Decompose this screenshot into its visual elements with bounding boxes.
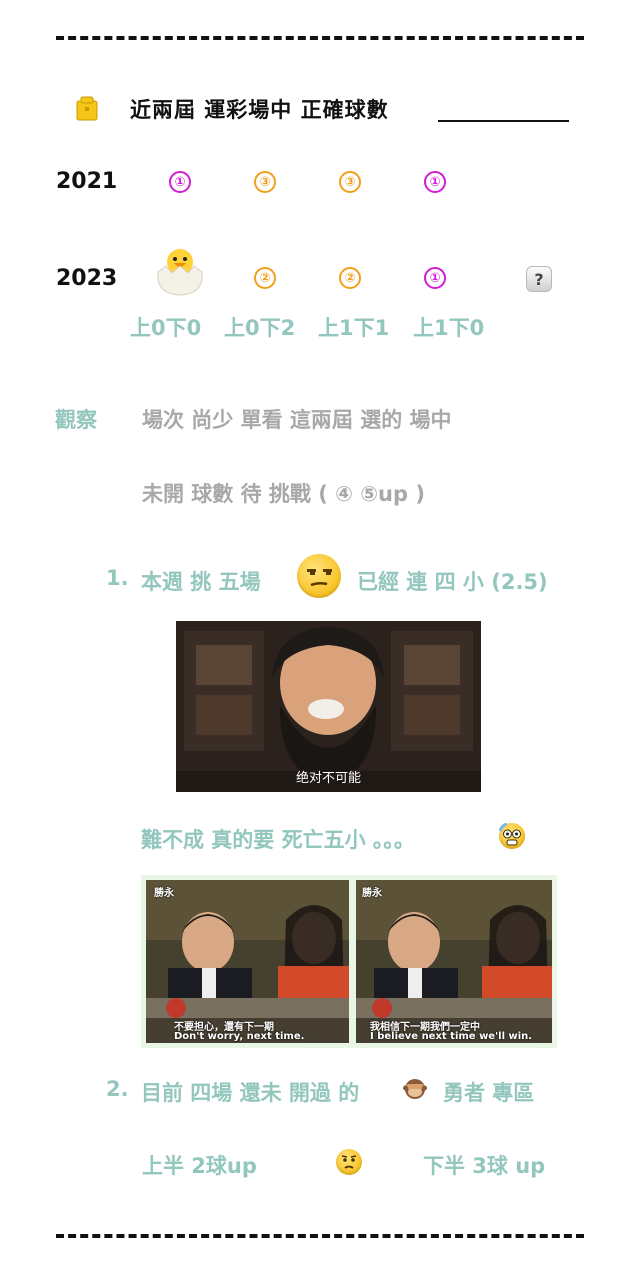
meme-panel-left: 勝永 不要担心，還有下一期 Don't worry, next time.: [146, 880, 349, 1043]
hatching-chick-icon: [152, 242, 208, 298]
mark-2021-4: ①: [424, 171, 446, 193]
drama-still-image: 绝对不可能: [176, 621, 481, 792]
subtitle-right-en: I believe next time we'll win.: [370, 1031, 533, 1042]
point-2-text-a: 目前 四場 還未 開過 的: [141, 1081, 360, 1105]
second-half-note: 下半 3球 up: [423, 1154, 546, 1178]
point-2-text-b: 勇者 專區: [443, 1081, 535, 1105]
year-2023: 2023: [56, 266, 118, 291]
mark-2021-2: ③: [254, 171, 276, 193]
astonished-face-icon: [498, 822, 525, 849]
top-divider: [56, 36, 584, 40]
worried-face-icon: [336, 1149, 362, 1175]
observe-line-2: 未開 球數 待 挑戰 ( ④ ⑤up ): [142, 482, 425, 506]
meme-panel-right: 勝永 我相信下一期我們一定中 I believe next time we'll…: [356, 880, 552, 1043]
title-underline: [438, 120, 569, 122]
page-title: 近兩屆 運彩場中 正確球數: [130, 98, 389, 122]
mark-2021-1: ①: [169, 171, 191, 193]
mark-2023-4: ①: [424, 267, 446, 289]
subtitle-left-en: Don't worry, next time.: [174, 1031, 305, 1042]
lottery-meme-image: 勝永 不要担心，還有下一期 Don't worry, next time. 勝永…: [141, 875, 557, 1048]
score-1: 上0下0: [130, 316, 202, 340]
score-2: 上0下2: [224, 316, 296, 340]
year-2021: 2021: [56, 169, 118, 194]
death-line: 難不成 真的要 死亡五小 。。。: [141, 828, 415, 852]
logo-right: 勝永: [362, 888, 382, 899]
bottom-divider: [56, 1234, 584, 1238]
image-caption: 绝对不可能: [295, 771, 361, 786]
observe-line-1: 場次 尚少 單看 這兩屆 選的 場中: [142, 408, 452, 432]
point-2-number: 2.: [106, 1077, 129, 1101]
score-3: 上1下1: [318, 316, 390, 340]
folder-icon: [75, 95, 99, 121]
point-1-text-a: 本週 挑 五場: [141, 570, 261, 594]
logo-left: 勝永: [154, 888, 174, 899]
unamused-face-icon: [297, 554, 341, 598]
mark-2021-3: ③: [339, 171, 361, 193]
see-no-evil-monkey-icon: [403, 1077, 427, 1101]
mark-2023-2: ②: [254, 267, 276, 289]
first-half-note: 上半 2球up: [142, 1154, 257, 1178]
score-4: 上1下0: [413, 316, 485, 340]
observe-label: 觀察: [55, 408, 97, 432]
question-icon: ?: [526, 266, 552, 292]
mark-2023-3: ②: [339, 267, 361, 289]
point-1-number: 1.: [106, 566, 129, 590]
point-1-text-b: 已經 連 四 小 (2.5): [357, 570, 548, 594]
